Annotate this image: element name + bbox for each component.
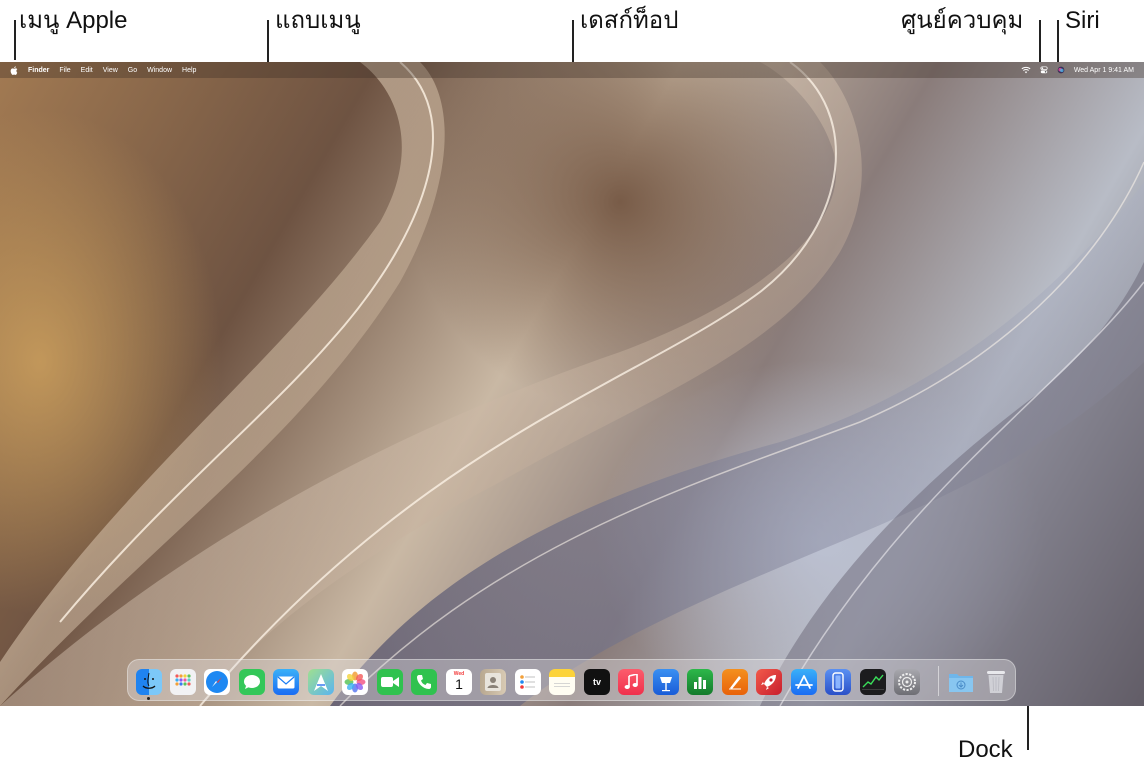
wifi-icon[interactable]	[1021, 66, 1031, 74]
app-name-menu[interactable]: Finder	[28, 67, 49, 74]
app-store-icon[interactable]	[791, 669, 817, 695]
control-center-callout: ศูนย์ควบคุม	[901, 7, 1024, 34]
apple-tv-icon[interactable]: tv	[584, 669, 610, 695]
siri-icon[interactable]	[1057, 66, 1065, 74]
contacts-icon[interactable]	[480, 669, 506, 695]
maps-icon[interactable]	[308, 669, 334, 695]
menu-window[interactable]: Window	[147, 67, 172, 74]
finder-icon[interactable]	[136, 669, 162, 695]
apple-logo-icon[interactable]	[10, 65, 18, 75]
system-settings-icon[interactable]	[894, 669, 920, 695]
siri-callout: Siri	[1065, 7, 1100, 34]
safari-icon[interactable]	[204, 669, 230, 695]
numbers-icon[interactable]	[687, 669, 713, 695]
menu-help[interactable]: Help	[182, 67, 196, 74]
stocks-icon[interactable]	[860, 669, 886, 695]
calendar-icon[interactable]: Wed 1	[446, 669, 472, 695]
photos-icon[interactable]	[342, 669, 368, 695]
menu-bar: Finder File Edit View Go Window Help Wed…	[0, 62, 1144, 78]
keynote-icon[interactable]	[653, 669, 679, 695]
menu-file[interactable]: File	[59, 67, 70, 74]
apple-menu-leader	[14, 20, 16, 60]
dock-separator	[938, 666, 939, 696]
wallpaper	[0, 62, 1144, 706]
dock: Wed 1 tv	[127, 659, 1016, 701]
desktop-callout: เดสก์ท็อป	[580, 7, 679, 34]
facetime-icon[interactable]	[377, 669, 403, 695]
menu-go[interactable]: Go	[128, 67, 137, 74]
control-center-leader	[1039, 20, 1041, 64]
dock-callout: Dock	[958, 736, 1013, 763]
menu-edit[interactable]: Edit	[81, 67, 93, 74]
siri-leader	[1057, 20, 1059, 64]
apple-menu-callout: เมนู Apple	[19, 7, 128, 34]
messages-icon[interactable]	[239, 669, 265, 695]
desktop[interactable]: Finder File Edit View Go Window Help Wed…	[0, 62, 1144, 706]
menu-bar-clock[interactable]: Wed Apr 1 9:41 AM	[1074, 67, 1134, 74]
pages-icon[interactable]	[722, 669, 748, 695]
reminders-icon[interactable]	[515, 669, 541, 695]
mail-icon[interactable]	[273, 669, 299, 695]
music-icon[interactable]	[618, 669, 644, 695]
downloads-folder-icon[interactable]	[948, 669, 974, 695]
control-center-icon[interactable]	[1040, 66, 1048, 74]
calendar-date: 1	[455, 676, 463, 692]
phone-icon[interactable]	[411, 669, 437, 695]
trash-icon[interactable]	[983, 669, 1009, 695]
finder-running-indicator	[147, 697, 150, 700]
apple-tv-label: tv	[592, 677, 601, 687]
launchpad-icon[interactable]	[170, 669, 196, 695]
notes-icon[interactable]	[549, 669, 575, 695]
menu-view[interactable]: View	[103, 67, 118, 74]
menu-bar-callout: แถบเมนู	[275, 7, 361, 34]
rocket-icon[interactable]	[756, 669, 782, 695]
iphone-mirroring-icon[interactable]	[825, 669, 851, 695]
